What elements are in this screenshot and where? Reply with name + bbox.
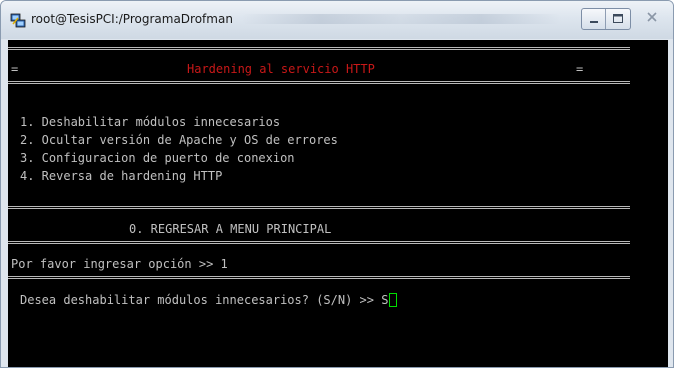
menu-item-4: 4. Reversa de hardening HTTP [20,169,223,183]
separator [8,81,630,84]
minimize-button[interactable] [582,9,606,29]
close-button[interactable] [637,8,667,28]
separator [8,241,630,244]
separator [8,47,630,50]
separator [8,206,630,209]
text-cursor [389,293,398,307]
confirm-question: Desea deshabilitar módulos innecesarios?… [20,293,398,307]
return-option: 0. REGRESAR A MENU PRINCIPAL [129,222,332,236]
header-title: Hardening al servicio HTTP [187,62,375,76]
window-title: root@TesisPCI:/ProgramaDrofman [31,12,233,26]
window-controls [581,8,631,30]
maximize-icon [613,14,623,23]
maximize-button[interactable] [606,9,630,29]
header-right-marker: = [576,62,584,76]
separator [8,276,630,279]
menu-item-1: 1. Deshabilitar módulos innecesarios [20,115,281,129]
terminal-window: root@TesisPCI:/ProgramaDrofman = Hardeni… [0,0,674,368]
confirm-question-text: Desea deshabilitar módulos innecesarios?… [20,293,389,307]
menu-item-2: 2. Ocultar versión de Apache y OS de err… [20,133,338,147]
title-bar-blur [241,14,561,24]
title-bar[interactable]: root@TesisPCI:/ProgramaDrofman [1,1,673,39]
header-left-marker: = [11,62,19,76]
option-prompt: Por favor ingresar opción >> 1 [11,257,228,271]
close-icon [647,12,657,22]
minimize-icon [590,21,598,23]
putty-terminal-icon [10,13,26,28]
menu-item-3: 3. Configuracion de puerto de conexion [20,151,295,165]
terminal-screen[interactable]: = Hardening al servicio HTTP = 1. Deshab… [8,40,668,367]
